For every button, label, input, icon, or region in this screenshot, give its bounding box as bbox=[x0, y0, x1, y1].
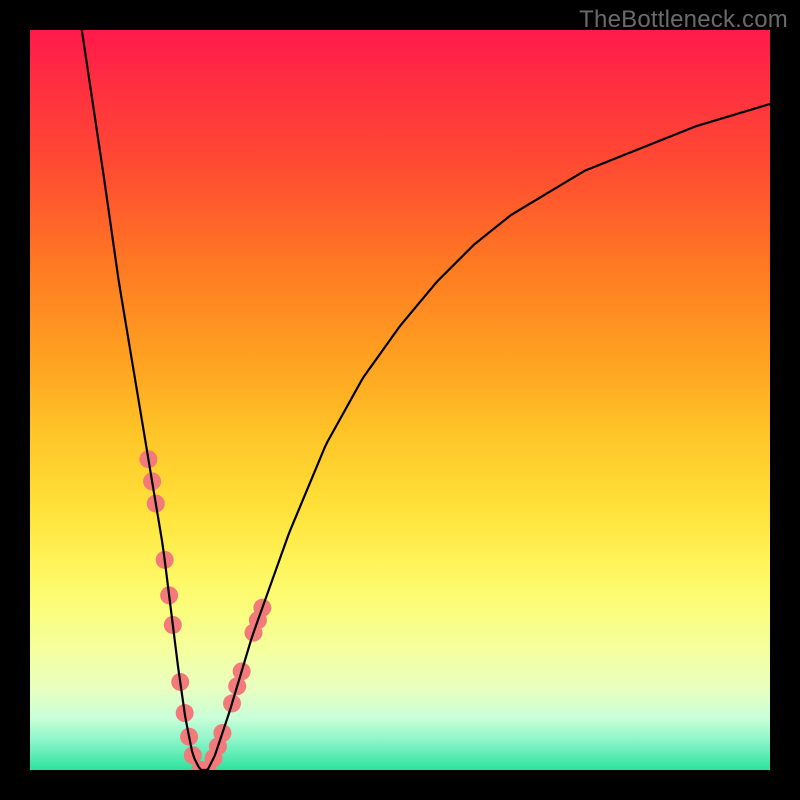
plot-area bbox=[30, 30, 770, 770]
chart-frame: TheBottleneck.com bbox=[0, 0, 800, 800]
bottleneck-curve bbox=[82, 30, 770, 770]
curve-overlay bbox=[30, 30, 770, 770]
marker-group bbox=[139, 450, 271, 770]
